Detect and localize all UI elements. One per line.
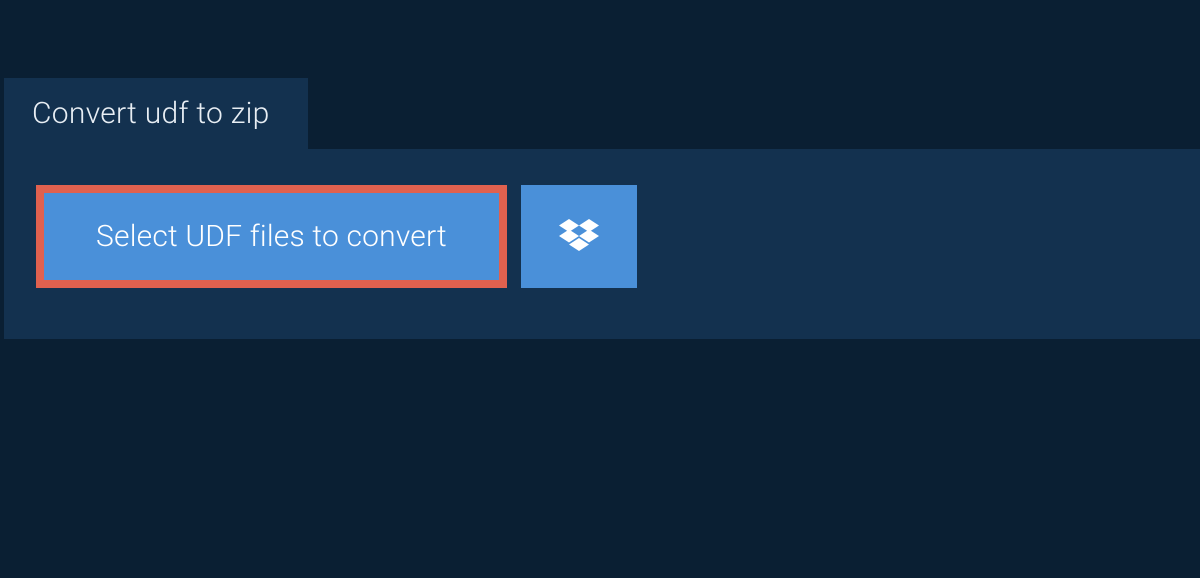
- dropbox-icon: [559, 219, 599, 255]
- tab-bar: Convert udf to zip: [4, 78, 1200, 149]
- select-files-button[interactable]: Select UDF files to convert: [36, 185, 507, 288]
- conversion-panel: Select UDF files to convert: [4, 149, 1200, 339]
- dropbox-button[interactable]: [521, 185, 637, 288]
- tab-convert[interactable]: Convert udf to zip: [4, 78, 308, 149]
- select-files-label: Select UDF files to convert: [96, 219, 447, 254]
- button-row: Select UDF files to convert: [36, 185, 1168, 288]
- tab-title: Convert udf to zip: [32, 96, 270, 131]
